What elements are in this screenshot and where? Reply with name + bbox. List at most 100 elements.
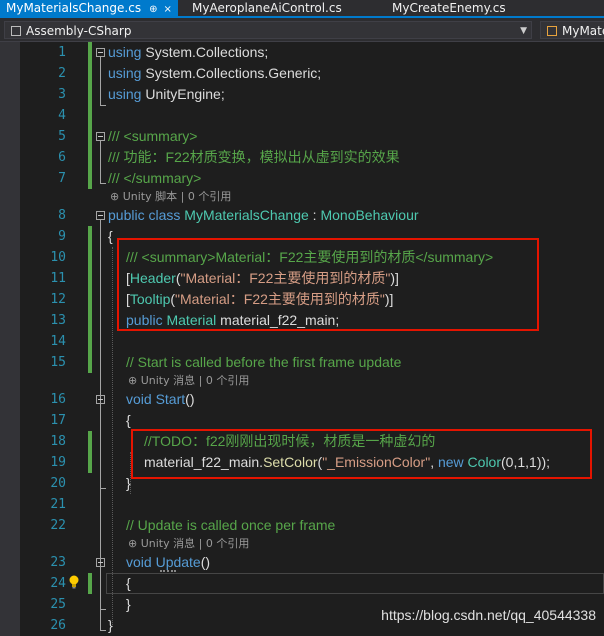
line-number: 19 xyxy=(50,455,66,470)
line-number: 11 xyxy=(50,271,66,286)
codelens-update[interactable]: ⊕ Unity 消息 | 0 个引用 xyxy=(128,535,249,553)
quick-action-hint xyxy=(160,570,176,572)
code-line-8: public class MyMaterialsChange : MonoBeh… xyxy=(108,205,419,226)
keyword: using xyxy=(108,86,142,102)
unity-icon: ⊕ xyxy=(128,537,138,550)
line-number: 25 xyxy=(50,597,66,612)
paren: () xyxy=(200,554,211,570)
collapse-usings-icon[interactable] xyxy=(96,48,105,57)
fold-end xyxy=(100,105,106,106)
namespace: UnityEngine; xyxy=(141,86,225,102)
code-line-16: void Start() xyxy=(126,389,194,410)
colon: : xyxy=(308,207,321,223)
fold-end xyxy=(100,609,106,610)
pin-icon[interactable]: ⊕ xyxy=(149,4,157,15)
class-icon xyxy=(547,26,557,36)
line-number: 18 xyxy=(50,434,66,449)
line-number: 9 xyxy=(58,229,66,244)
line-number: 8 xyxy=(58,208,66,223)
project-dropdown[interactable]: Assembly-CSharp ▼ xyxy=(4,21,532,39)
namespace: System.Collections; xyxy=(141,44,269,60)
saved-change-bar xyxy=(88,42,92,126)
code-line-15: // Start is called before the first fram… xyxy=(126,354,402,370)
code-line-24: { xyxy=(126,575,131,591)
csharp-project-icon xyxy=(11,26,21,36)
project-label: Assembly-CSharp xyxy=(26,24,132,38)
codelens-references[interactable]: 0 个引用 xyxy=(206,374,250,387)
method-name: Start xyxy=(155,391,186,407)
document-tab-bar: MyMaterialsChange.cs ⊕ × MyAeroplaneAiCont… xyxy=(0,0,604,18)
collapse-update-icon[interactable] xyxy=(96,558,105,567)
keyword: public xyxy=(108,207,145,223)
saved-change-bar xyxy=(88,126,92,189)
method-name: Update xyxy=(155,554,201,570)
line-number: 5 xyxy=(58,129,66,144)
code-line-20: } xyxy=(126,475,131,491)
keyword: using xyxy=(108,44,142,60)
fold-end xyxy=(100,630,106,631)
codelens-references[interactable]: 0 个引用 xyxy=(188,190,232,203)
fold-line xyxy=(100,404,101,488)
line-number: 13 xyxy=(50,313,66,328)
lightbulb-icon[interactable] xyxy=(68,575,80,589)
codelens-label: Unity 消息 xyxy=(140,374,196,387)
line-number: 24 xyxy=(50,576,66,591)
tab-mymaterialschange[interactable]: MyMaterialsChange.cs ⊕ × xyxy=(0,0,178,16)
unity-icon: ⊕ xyxy=(110,190,120,203)
fold-line xyxy=(100,141,101,183)
line-number: 21 xyxy=(50,497,66,512)
saved-change-bar xyxy=(88,226,92,373)
line-number: 1 xyxy=(58,45,66,60)
paren: () xyxy=(185,391,195,407)
codelens-references[interactable]: 0 个引用 xyxy=(206,537,250,550)
codelens-separator: | xyxy=(198,374,203,387)
type-scope-dropdown[interactable]: MyMate xyxy=(540,21,604,39)
codelens-class[interactable]: ⊕ Unity 脚本 | 0 个引用 xyxy=(110,188,231,206)
type-scope-label: MyMate xyxy=(562,24,604,38)
codelens-start[interactable]: ⊕ Unity 消息 | 0 个引用 xyxy=(128,372,249,390)
line-number: 7 xyxy=(58,171,66,186)
line-number: 4 xyxy=(58,108,66,123)
line-number: 15 xyxy=(50,355,66,370)
base-class: MonoBehaviour xyxy=(320,207,419,223)
line-number: 17 xyxy=(50,413,66,428)
line-number: 6 xyxy=(58,150,66,165)
namespace: System.Collections.Generic; xyxy=(141,65,322,81)
keyword: using xyxy=(108,65,142,81)
tab-label: MyMaterialsChange.cs xyxy=(6,1,142,15)
collapse-summary-icon[interactable] xyxy=(96,132,105,141)
collapse-start-icon[interactable] xyxy=(96,395,105,404)
codelens-label: Unity 消息 xyxy=(140,537,196,550)
collapse-class-icon[interactable] xyxy=(96,211,105,220)
codelens-label: Unity 脚本 xyxy=(122,190,178,203)
tab-mycreateenemy[interactable]: MyCreateEnemy.cs xyxy=(392,0,506,16)
tab-label: MyAeroplaneAiControl.cs xyxy=(192,1,342,15)
keyword: void xyxy=(126,391,152,407)
code-line-5: /// <summary> xyxy=(108,128,198,144)
saved-change-bar xyxy=(88,431,92,473)
annotation-box-material-field xyxy=(117,238,539,331)
line-number: 3 xyxy=(58,87,66,102)
unity-icon: ⊕ xyxy=(128,374,138,387)
line-number: 14 xyxy=(50,334,66,349)
code-line-3: using UnityEngine; xyxy=(108,84,225,105)
saved-change-bar xyxy=(88,573,92,594)
tab-myaeroplaneaicontrol[interactable]: MyAeroplaneAiControl.cs xyxy=(192,0,342,16)
fold-end xyxy=(100,488,106,489)
line-number: 20 xyxy=(50,476,66,491)
code-editor[interactable]: 1 2 3 4 5 6 7 8 9 10 11 12 13 14 15 16 1… xyxy=(0,42,604,636)
fold-line xyxy=(100,567,101,609)
tab-label: MyCreateEnemy.cs xyxy=(392,1,506,15)
codelens-separator: | xyxy=(180,190,185,203)
line-number: 2 xyxy=(58,66,66,81)
code-line-25: } xyxy=(126,596,131,612)
fold-line xyxy=(100,57,101,105)
keyword: class xyxy=(148,207,181,223)
code-line-7: /// </summary> xyxy=(108,170,202,186)
code-line-9: { xyxy=(108,228,113,244)
line-number: 26 xyxy=(50,618,66,633)
fold-end xyxy=(100,183,106,184)
chevron-down-icon: ▼ xyxy=(520,26,527,36)
code-line-17: { xyxy=(126,412,131,428)
close-icon[interactable]: × xyxy=(163,4,171,15)
